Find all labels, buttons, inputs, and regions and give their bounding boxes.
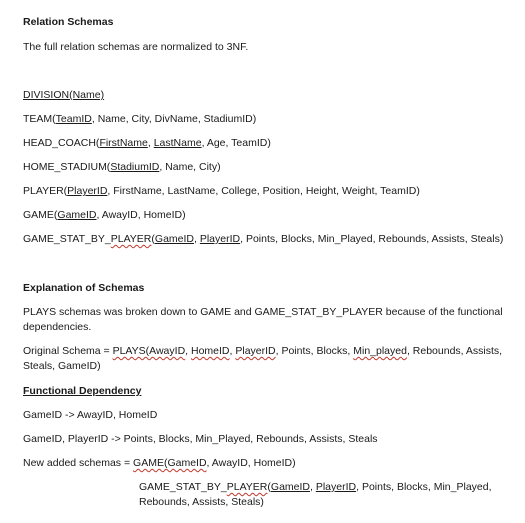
new-game-stat-player: PLAYER [226, 481, 268, 493]
new-schemas-game: GAME(GameID [133, 457, 207, 469]
new-game-stat-key-game: GameID [270, 481, 310, 493]
game-key: GameID [57, 209, 97, 221]
original-homeid: HomeID [191, 345, 230, 357]
game-prefix: GAME( [23, 209, 58, 221]
original-plays: PLAYS(AwayID [112, 345, 186, 357]
home-stadium-rest: , Name, City) [159, 161, 221, 173]
game-stat-player: PLAYER [110, 233, 152, 245]
schema-game-stat-by-player: GAME_STAT_BY_PLAYER(GameID, PlayerID, Po… [23, 233, 503, 246]
original-prefix: Original Schema = [23, 345, 113, 357]
intro-text: The full relation schemas are normalized… [23, 41, 249, 53]
game-stat-prefix: GAME_STAT_BY_ [23, 233, 111, 245]
home-stadium-key: StadiumID [110, 161, 160, 173]
team-rest: , Name, City, DivName, StadiumID) [91, 113, 257, 125]
new-schemas-prefix: New added schemas = [23, 457, 134, 469]
new-schemas-line: New added schemas = GAME(GameID, AwayID,… [23, 457, 296, 470]
head-coach-rest: , Age, TeamID) [201, 137, 271, 149]
game-rest: , AwayID, HomeID) [96, 209, 186, 221]
fd-line-2: GameID, PlayerID -> Points, Blocks, Min_… [23, 433, 378, 445]
original-schema: Original Schema = PLAYS(AwayID, HomeID, … [23, 344, 503, 374]
schema-head-coach: HEAD_COACH(FirstName, LastName, Age, Tea… [23, 137, 271, 150]
fd-line-1: GameID -> AwayID, HomeID [23, 409, 158, 421]
game-stat-rest: , Points, Blocks, Min_Played, Rebounds, … [240, 233, 504, 245]
player-key: PlayerID [67, 185, 108, 197]
new-schemas-rest: , AwayID, HomeID) [206, 457, 296, 469]
document-page: Relation Schemas The full relation schem… [0, 0, 525, 523]
player-rest: , FirstName, LastName, College, Position… [107, 185, 420, 197]
schema-team: TEAM(TeamID, Name, City, DivName, Stadiu… [23, 113, 256, 126]
head-coach-prefix: HEAD_COACH( [23, 137, 100, 149]
original-mid: , Points, Blocks, [275, 345, 354, 357]
section-title-explanation: Explanation of Schemas [23, 282, 145, 294]
game-stat-key-game: GameID [154, 233, 194, 245]
new-game-stat-prefix: GAME_STAT_BY_ [139, 481, 227, 493]
schema-game: GAME(GameID, AwayID, HomeID) [23, 209, 186, 222]
new-schemas-game-stat: GAME_STAT_BY_PLAYER(GameID, PlayerID, Po… [139, 480, 509, 510]
team-key: TeamID [55, 113, 92, 125]
player-prefix: PLAYER( [23, 185, 68, 197]
head-coach-key-last: LastName [153, 137, 202, 149]
section-title-relation-schemas: Relation Schemas [23, 16, 114, 28]
functional-dependency-title: Functional Dependency [23, 385, 142, 397]
division-key: DIVISION(Name) [23, 89, 105, 101]
home-stadium-prefix: HOME_STADIUM( [23, 161, 111, 173]
new-game-stat-key-player: PlayerID [315, 481, 357, 493]
schema-home-stadium: HOME_STADIUM(StadiumID, Name, City) [23, 161, 221, 174]
game-stat-key-player: PlayerID [199, 233, 241, 245]
team-prefix: TEAM( [23, 113, 56, 125]
original-playerid: PlayerID [235, 345, 276, 357]
original-min-played: Min_played [353, 345, 407, 357]
schema-division: DIVISION(Name) [23, 89, 104, 102]
schema-player: PLAYER(PlayerID, FirstName, LastName, Co… [23, 185, 420, 198]
head-coach-key-first: FirstName [99, 137, 148, 149]
explanation-paragraph: PLAYS schemas was broken down to GAME an… [23, 306, 503, 333]
